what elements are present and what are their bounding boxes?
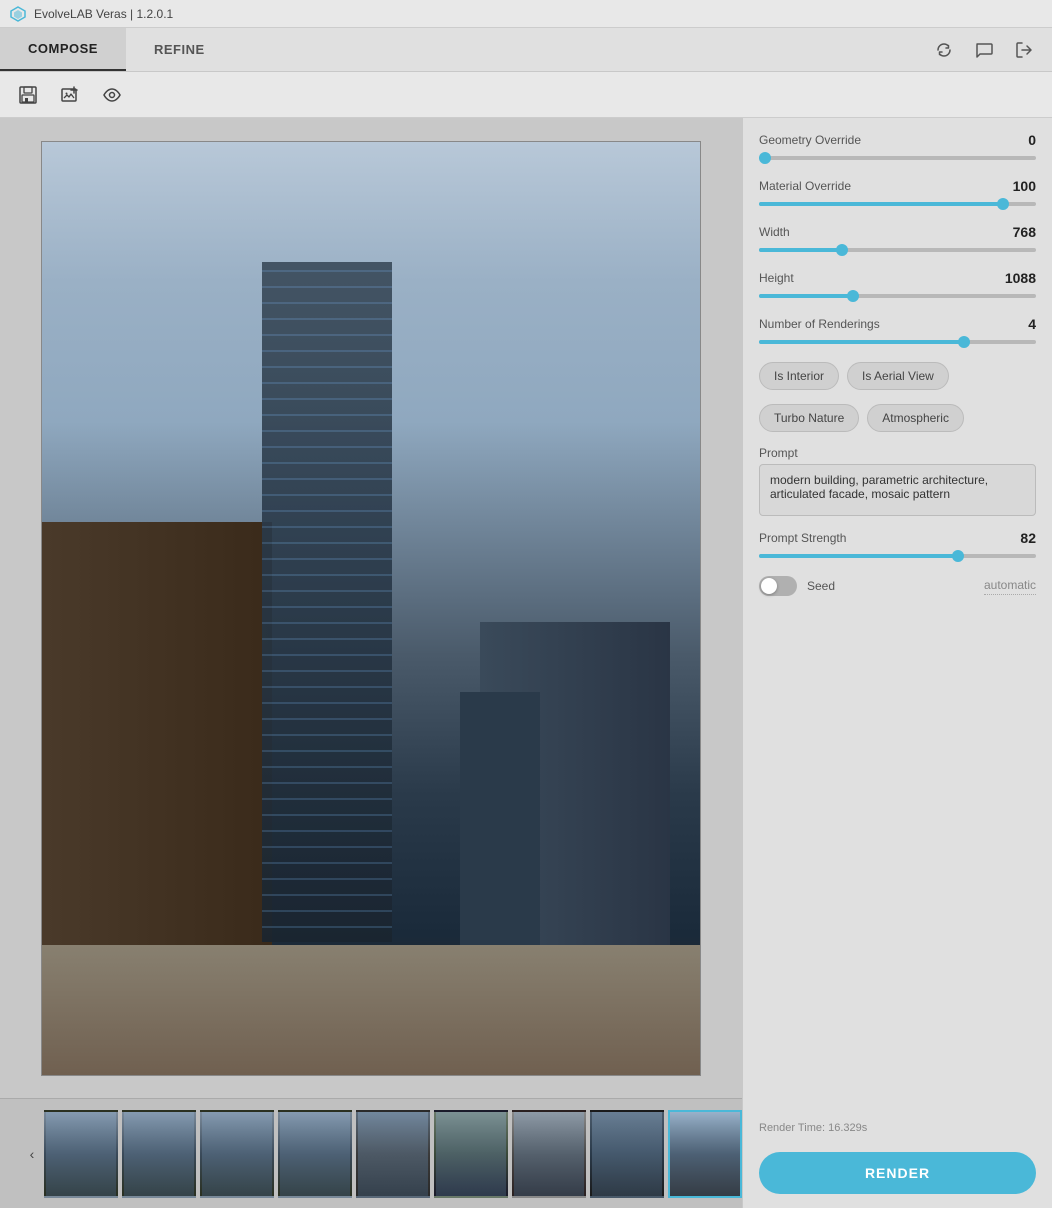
- ground: [42, 945, 700, 1075]
- thumbnail-6[interactable]: [434, 1110, 508, 1198]
- toggle-knob: [761, 578, 777, 594]
- prompt-section: Prompt: [759, 446, 1036, 516]
- building-tall: [262, 262, 392, 942]
- panel-spacer: [759, 610, 1036, 1100]
- logout-button[interactable]: [1010, 36, 1038, 64]
- thumbnail-5[interactable]: [356, 1110, 430, 1198]
- geometry-override-value: 0: [996, 132, 1036, 148]
- thumbnail-3[interactable]: [200, 1110, 274, 1198]
- tags-row-1: Is Interior Is Aerial View: [759, 362, 1036, 390]
- prompt-strength-slider[interactable]: [759, 554, 1036, 558]
- prompt-label: Prompt: [759, 446, 1036, 460]
- prompt-input[interactable]: [759, 464, 1036, 516]
- num-renderings-value: 4: [996, 316, 1036, 332]
- save-button[interactable]: [12, 79, 44, 111]
- width-slider[interactable]: [759, 248, 1036, 252]
- tab-compose[interactable]: COMPOSE: [0, 28, 126, 71]
- sync-button[interactable]: [930, 36, 958, 64]
- width-value: 768: [996, 224, 1036, 240]
- prompt-strength-value: 82: [996, 530, 1036, 546]
- thumbnail-1[interactable]: [44, 1110, 118, 1198]
- num-renderings-label: Number of Renderings: [759, 317, 880, 331]
- height-header: Height 1088: [759, 270, 1036, 286]
- thumbnail-4[interactable]: [278, 1110, 352, 1198]
- toolbar: [0, 72, 1052, 118]
- material-override-label: Material Override: [759, 179, 851, 193]
- height-slider[interactable]: [759, 294, 1036, 298]
- material-override-group: Material Override 100: [759, 178, 1036, 210]
- thumbnails-container: [44, 1110, 742, 1198]
- height-value: 1088: [996, 270, 1036, 286]
- tab-bar: COMPOSE REFINE: [0, 28, 1052, 72]
- render-time: Render Time: 16.329s: [759, 1114, 1036, 1134]
- width-group: Width 768: [759, 224, 1036, 256]
- height-group: Height 1088: [759, 270, 1036, 302]
- prev-thumb-button[interactable]: ‹: [24, 1146, 40, 1162]
- num-renderings-slider[interactable]: [759, 340, 1036, 344]
- material-override-slider[interactable]: [759, 202, 1036, 206]
- material-override-value: 100: [996, 178, 1036, 194]
- tag-is-interior[interactable]: Is Interior: [759, 362, 839, 390]
- tag-is-aerial-view[interactable]: Is Aerial View: [847, 362, 949, 390]
- prompt-strength-group: Prompt Strength 82: [759, 530, 1036, 562]
- title-bar: EvolveLAB Veras | 1.2.0.1: [0, 0, 1052, 28]
- seed-value: automatic: [984, 578, 1036, 595]
- canvas-image: [41, 141, 701, 1076]
- tag-turbo-nature[interactable]: Turbo Nature: [759, 404, 859, 432]
- canvas-wrapper: [0, 118, 742, 1098]
- canvas-area: ‹ ›: [0, 118, 742, 1208]
- chat-button[interactable]: [970, 36, 998, 64]
- app-icon: [10, 6, 26, 22]
- geometry-override-slider[interactable]: [759, 156, 1036, 160]
- material-override-header: Material Override 100: [759, 178, 1036, 194]
- tab-actions: [930, 36, 1052, 64]
- tag-atmospheric[interactable]: Atmospheric: [867, 404, 964, 432]
- thumbnail-9[interactable]: [668, 1110, 742, 1198]
- render-button[interactable]: RENDER: [759, 1152, 1036, 1194]
- width-label: Width: [759, 225, 790, 239]
- thumbnail-7[interactable]: [512, 1110, 586, 1198]
- add-image-button[interactable]: [54, 79, 86, 111]
- right-panel: Geometry Override 0 Material Override 10…: [742, 118, 1052, 1208]
- thumbnail-2[interactable]: [122, 1110, 196, 1198]
- height-label: Height: [759, 271, 794, 285]
- geometry-override-group: Geometry Override 0: [759, 132, 1036, 164]
- num-renderings-group: Number of Renderings 4: [759, 316, 1036, 348]
- thumbnail-8[interactable]: [590, 1110, 664, 1198]
- seed-row: Seed automatic: [759, 576, 1036, 596]
- main-area: ‹ › Geometry Override 0: [0, 118, 1052, 1208]
- num-renderings-header: Number of Renderings 4: [759, 316, 1036, 332]
- prompt-strength-label: Prompt Strength: [759, 531, 846, 545]
- geometry-override-label: Geometry Override: [759, 133, 861, 147]
- tags-row-2: Turbo Nature Atmospheric: [759, 404, 1036, 432]
- eye-button[interactable]: [96, 79, 128, 111]
- prompt-strength-header: Prompt Strength 82: [759, 530, 1036, 546]
- app-title: EvolveLAB Veras | 1.2.0.1: [34, 7, 173, 21]
- tab-refine[interactable]: REFINE: [126, 28, 233, 71]
- seed-toggle[interactable]: [759, 576, 797, 596]
- seed-label: Seed: [807, 579, 835, 593]
- geometry-override-header: Geometry Override 0: [759, 132, 1036, 148]
- width-header: Width 768: [759, 224, 1036, 240]
- thumbnail-strip: ‹ ›: [0, 1098, 742, 1208]
